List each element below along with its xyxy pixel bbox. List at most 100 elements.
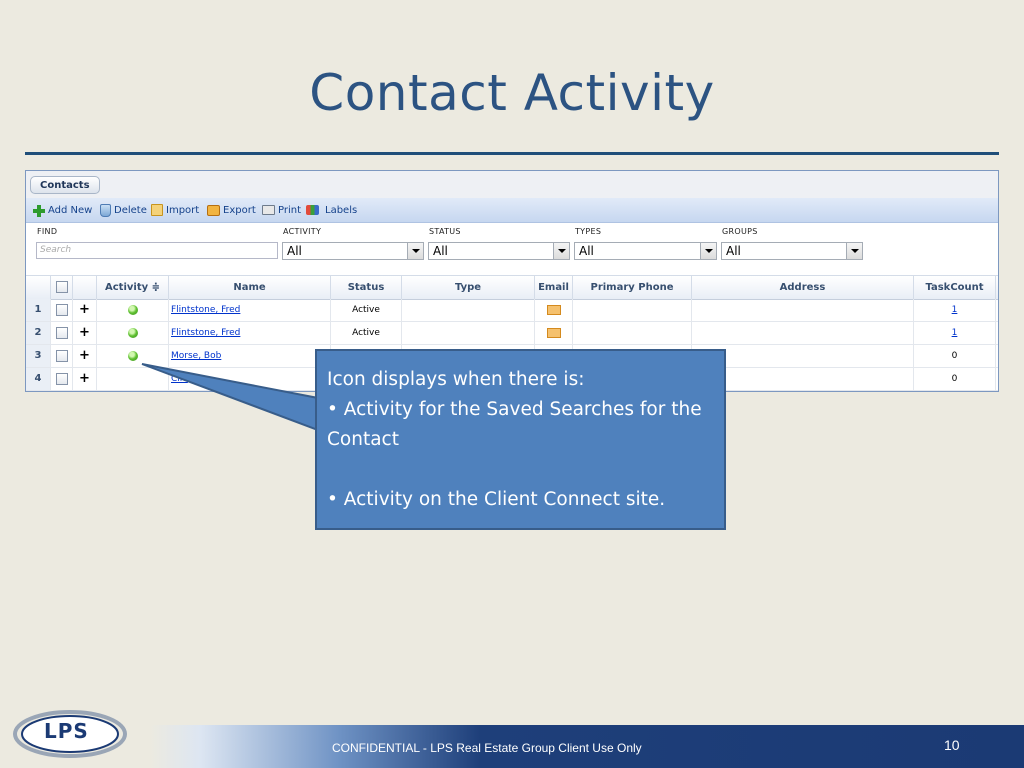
select-all-checkbox[interactable] xyxy=(55,281,68,293)
row-number: 2 xyxy=(26,322,51,344)
contact-name-link[interactable]: Flintstone, Fred xyxy=(171,328,240,338)
export-button[interactable]: Export xyxy=(207,202,256,218)
row-email-cell xyxy=(535,299,573,321)
taskcount-value: 0 xyxy=(951,351,958,361)
header-select-all[interactable] xyxy=(51,276,73,299)
printer-icon xyxy=(262,205,275,215)
groups-filter-select[interactable]: All xyxy=(721,242,863,260)
row-taskcount-cell: 1 xyxy=(914,299,996,321)
lps-logo-text: LPS xyxy=(44,719,89,743)
row-select-cell[interactable] xyxy=(51,322,73,344)
expand-plus-icon[interactable]: + xyxy=(79,348,90,363)
row-name-cell: Flintstone, Fred xyxy=(169,322,331,344)
row-name-cell: Morse, Bob xyxy=(169,345,331,367)
callout-spacer xyxy=(327,455,714,485)
row-checkbox[interactable] xyxy=(55,326,68,339)
import-icon xyxy=(151,204,163,216)
row-checkbox[interactable] xyxy=(55,303,68,316)
contact-name-link[interactable]: Flintstone, Fred xyxy=(171,305,240,315)
chevron-down-icon[interactable] xyxy=(846,243,862,259)
groups-filter-label: GROUPS xyxy=(722,227,758,236)
toolbar: Add New Delete Import Export Print Label… xyxy=(26,198,998,223)
taskcount-link[interactable]: 1 xyxy=(952,305,958,315)
export-label: Export xyxy=(223,204,256,216)
page-number: 10 xyxy=(944,737,960,753)
chevron-down-icon[interactable] xyxy=(407,243,423,259)
groups-filter-value: All xyxy=(726,244,741,258)
header-expand xyxy=(73,276,97,299)
types-filter-value: All xyxy=(579,244,594,258)
activity-filter-select[interactable]: All xyxy=(282,242,424,260)
row-name-cell: Clie xyxy=(169,368,331,390)
header-primary-phone[interactable]: Primary Phone xyxy=(573,276,692,299)
plus-icon xyxy=(32,204,45,217)
row-phone-cell xyxy=(573,322,692,344)
search-input[interactable]: Search xyxy=(36,242,278,259)
callout-box: Icon displays when there is: • Activity … xyxy=(315,349,726,530)
row-expand-cell[interactable]: + xyxy=(73,322,97,344)
activity-indicator-icon[interactable] xyxy=(127,350,138,361)
chevron-down-icon[interactable] xyxy=(700,243,716,259)
table-row[interactable]: 2 + Flintstone, Fred Active 1 xyxy=(26,322,998,345)
row-address-cell xyxy=(692,322,914,344)
email-envelope-icon[interactable] xyxy=(546,304,561,315)
add-new-button[interactable]: Add New xyxy=(32,202,92,218)
print-button[interactable]: Print xyxy=(262,202,301,218)
row-type-cell xyxy=(402,322,535,344)
expand-plus-icon[interactable]: + xyxy=(79,302,90,317)
expand-plus-icon[interactable]: + xyxy=(79,325,90,340)
taskcount-value: 0 xyxy=(951,374,958,384)
contact-name-link[interactable]: Morse, Bob xyxy=(171,351,221,361)
labels-label: Labels xyxy=(325,204,358,216)
header-taskcount[interactable]: TaskCount xyxy=(914,276,996,299)
header-status[interactable]: Status xyxy=(331,276,402,299)
export-icon xyxy=(207,204,220,216)
row-activity-cell xyxy=(97,345,169,367)
callout-line-2: • Activity for the Saved Searches for th… xyxy=(327,399,702,450)
header-name[interactable]: Name xyxy=(169,276,331,299)
activity-filter-label: ACTIVITY xyxy=(283,227,322,236)
status-filter-select[interactable]: All xyxy=(428,242,570,260)
trash-icon xyxy=(100,203,111,217)
labels-button[interactable]: Labels xyxy=(306,202,357,218)
header-address[interactable]: Address xyxy=(692,276,914,299)
delete-label: Delete xyxy=(114,204,147,216)
print-label: Print xyxy=(278,204,302,216)
tab-bar: Contacts xyxy=(26,171,998,199)
row-expand-cell[interactable]: + xyxy=(73,368,97,390)
row-checkbox[interactable] xyxy=(55,349,68,362)
chevron-down-icon[interactable] xyxy=(553,243,569,259)
row-number: 1 xyxy=(26,299,51,321)
header-rownum xyxy=(26,276,51,299)
types-filter-label: TYPES xyxy=(575,227,602,236)
tab-contacts[interactable]: Contacts xyxy=(30,176,100,194)
header-activity[interactable]: Activity ≑ xyxy=(97,276,169,299)
row-status-cell: Active xyxy=(331,299,402,321)
activity-indicator-icon[interactable] xyxy=(127,304,138,315)
types-filter-select[interactable]: All xyxy=(574,242,717,260)
activity-indicator-icon[interactable] xyxy=(127,327,138,338)
row-select-cell[interactable] xyxy=(51,368,73,390)
row-checkbox[interactable] xyxy=(55,372,68,385)
row-expand-cell[interactable]: + xyxy=(73,299,97,321)
row-expand-cell[interactable]: + xyxy=(73,345,97,367)
delete-button[interactable]: Delete xyxy=(98,202,147,218)
header-email[interactable]: Email xyxy=(535,276,573,299)
row-taskcount-cell: 1 xyxy=(914,322,996,344)
row-select-cell[interactable] xyxy=(51,299,73,321)
import-button[interactable]: Import xyxy=(151,202,199,218)
activity-filter-value: All xyxy=(287,244,302,258)
table-row[interactable]: 1 + Flintstone, Fred Active 1 xyxy=(26,299,998,322)
title-rule xyxy=(25,152,999,155)
contact-name-link[interactable]: Clie xyxy=(171,374,188,384)
row-taskcount-cell: 0 xyxy=(914,345,996,367)
header-type[interactable]: Type xyxy=(402,276,535,299)
row-select-cell[interactable] xyxy=(51,345,73,367)
taskcount-link[interactable]: 1 xyxy=(952,328,958,338)
status-filter-value: All xyxy=(433,244,448,258)
expand-plus-icon[interactable]: + xyxy=(79,371,90,386)
row-activity-cell xyxy=(97,368,169,390)
email-envelope-icon[interactable] xyxy=(546,327,561,338)
row-taskcount-cell: 0 xyxy=(914,368,996,390)
grid-header: Activity ≑ Name Status Type Email Primar… xyxy=(26,275,998,300)
